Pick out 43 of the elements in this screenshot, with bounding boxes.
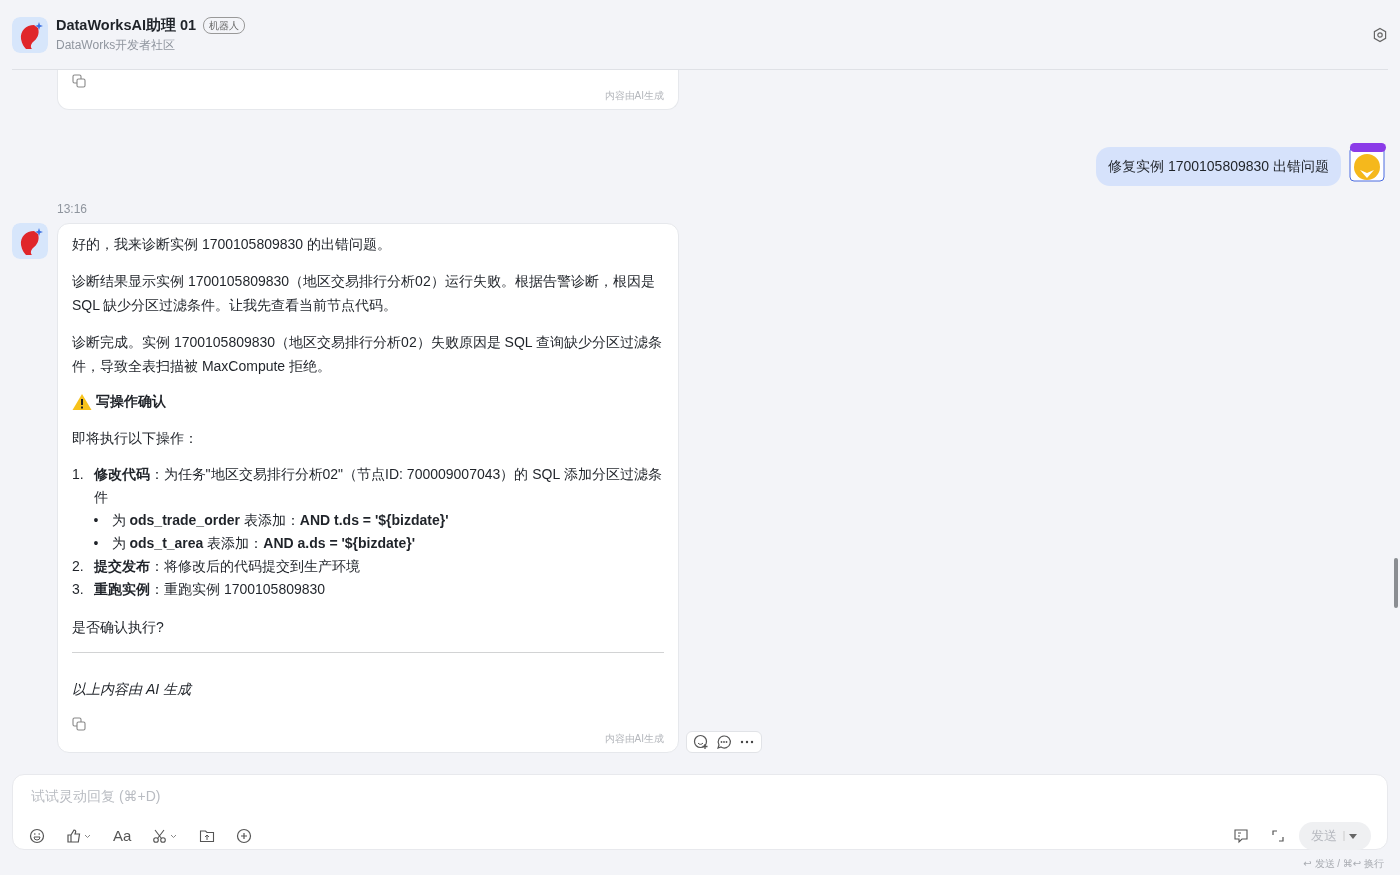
bot-avatar — [12, 223, 48, 259]
user-avatar — [1348, 143, 1388, 183]
user-message: 修复实例 1700105809830 出错问题 — [1096, 147, 1341, 186]
list-number: 3. — [72, 580, 85, 599]
warning-icon — [72, 392, 92, 411]
ai-generated-label: 内容由AI生成 — [604, 732, 664, 746]
comment-icon[interactable] — [716, 734, 732, 750]
shortcut-hint: ↩ 发送 / ⌘↩ 换行 — [1302, 857, 1384, 871]
bullet-mark: • — [93, 511, 100, 530]
list-item-text: 提交发布：将修改后的代码提交到生产环境 — [94, 557, 360, 576]
section-heading: 写操作确认 — [95, 392, 166, 411]
scissors-button[interactable] — [152, 827, 179, 844]
bullet-mark: • — [93, 534, 100, 553]
message-time: 13:16 — [57, 201, 89, 218]
chat-subtitle: DataWorks开发者社区 — [56, 37, 177, 55]
settings-icon[interactable] — [1372, 26, 1388, 43]
chat-title: DataWorksAI助理 01 — [56, 15, 197, 35]
emoji-button[interactable] — [29, 827, 45, 844]
dropdown-caret-icon — [1343, 830, 1359, 841]
format-button[interactable]: Aa — [113, 824, 132, 847]
smiley-add-icon[interactable] — [693, 734, 709, 750]
upload-button[interactable] — [199, 827, 216, 844]
add-button[interactable] — [236, 827, 253, 844]
bot-avatar — [12, 16, 48, 53]
message-text: 即将执行以下操作： — [72, 429, 199, 448]
list-item-text: 为 ods_trade_order 表添加：AND t.ds = '${bizdate}' — [111, 511, 449, 530]
message-text: 以上内容由 AI 生成 — [72, 680, 194, 699]
list-number: 2. — [72, 557, 85, 576]
list-number: 1. — [72, 465, 85, 484]
message-text: 好的，我来诊断实例 1700105809830 的出错问题。 — [72, 235, 392, 254]
message-text: 是否确认执行? — [72, 618, 165, 637]
like-button[interactable] — [66, 827, 92, 844]
copy-icon[interactable] — [72, 717, 86, 731]
message-text: 诊断结果显示实例 1700105809830（地区交易排行分析02）运行失败。根据告警诊断，根因是 SQL 缺少分区过滤条件。让我先查看当前节点代码。 — [72, 272, 656, 315]
expand-button[interactable] — [1270, 827, 1286, 844]
message-text: 诊断完成。实例 1700105809830（地区交易排行分析02）失败原因是 SQL 查询缺少分区过滤条件，导致全表扫描被 MaxCompute 拒绝。 — [72, 333, 663, 376]
list-item-text: 重跑实例：重跑实例 1700105809830 — [94, 580, 326, 599]
robot-tag: 机器人 — [203, 17, 246, 34]
list-item-text: 为 ods_t_area 表添加：AND a.ds = '${bizdate}' — [111, 534, 416, 553]
translate-button[interactable] — [1233, 827, 1249, 844]
copy-icon[interactable] — [72, 74, 86, 88]
ai-generated-label: 内容由AI生成 — [604, 89, 664, 103]
scrollbar-thumb[interactable] — [1394, 558, 1398, 608]
